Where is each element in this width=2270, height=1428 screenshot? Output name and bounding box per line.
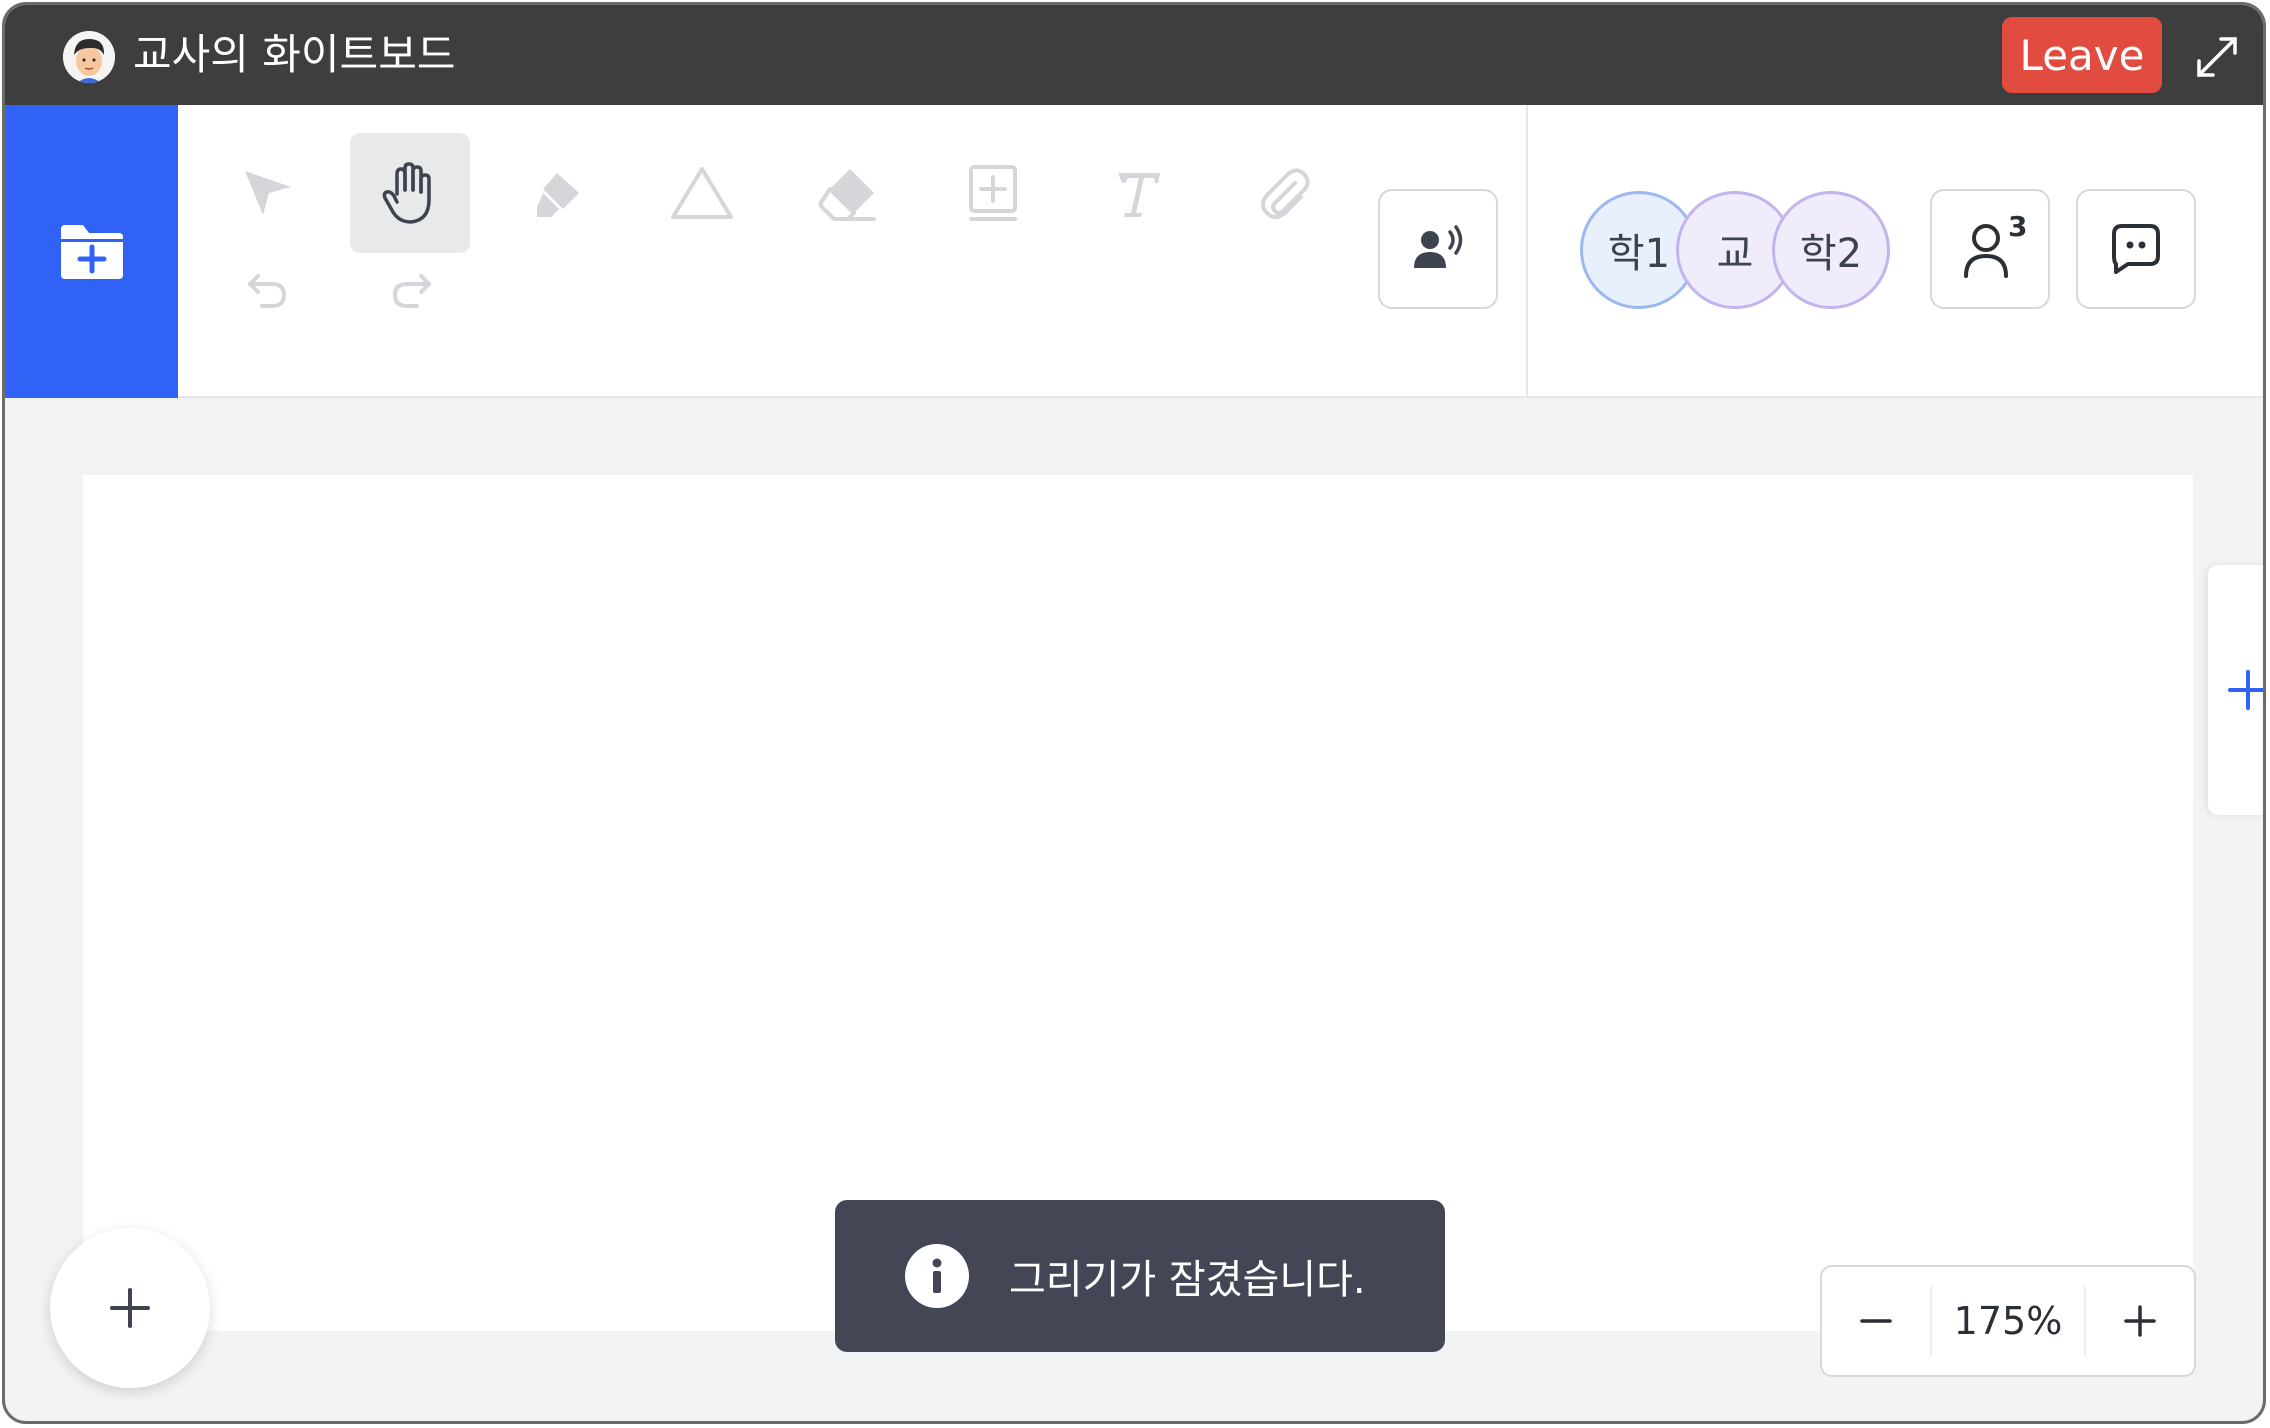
participant-avatar[interactable]: 학2 bbox=[1772, 191, 1890, 309]
title-bar: 교사의 화이트보드 Leave bbox=[5, 5, 2263, 105]
add-page-icon bbox=[969, 165, 1017, 221]
hand-icon bbox=[382, 162, 431, 224]
toast-notification: 그리기가 잠겼습니다. bbox=[835, 1200, 1445, 1352]
window-title: 교사의 화이트보드 bbox=[133, 30, 456, 79]
redo-icon bbox=[393, 274, 431, 308]
minus-icon bbox=[1860, 1319, 1892, 1323]
plus-icon bbox=[2228, 670, 2263, 710]
add-button[interactable] bbox=[50, 1228, 210, 1388]
pan-tool[interactable] bbox=[350, 133, 470, 253]
avatar bbox=[63, 31, 115, 83]
add-side-panel-button[interactable] bbox=[2208, 565, 2263, 815]
undo-button[interactable] bbox=[232, 255, 302, 325]
zoom-out-button[interactable] bbox=[1822, 1267, 1930, 1375]
undo-icon bbox=[248, 274, 286, 308]
attach-tool[interactable] bbox=[1223, 133, 1343, 253]
text-icon bbox=[1118, 173, 1160, 217]
voice-button[interactable] bbox=[1378, 189, 1498, 309]
text-tool[interactable] bbox=[1078, 133, 1198, 253]
chat-icon bbox=[2112, 224, 2160, 274]
speaking-person-icon bbox=[1414, 225, 1463, 268]
whiteboard-window: 교사의 화이트보드 Leave 학1 교 학2 3 그리기가 잠겼습니다. 17… bbox=[2, 2, 2266, 1424]
select-tool[interactable] bbox=[207, 133, 327, 253]
redo-button[interactable] bbox=[377, 255, 447, 325]
toast-message: 그리기가 잠겼습니다. bbox=[1009, 1257, 1366, 1303]
participants-button[interactable] bbox=[1930, 189, 2050, 309]
plus-icon bbox=[2124, 1305, 2156, 1337]
cursor-arrow-icon bbox=[245, 171, 291, 215]
add-folder-icon bbox=[60, 224, 123, 279]
paperclip-icon bbox=[1261, 168, 1310, 219]
eraser-tool[interactable] bbox=[787, 133, 907, 253]
add-folder-button[interactable] bbox=[5, 105, 178, 398]
shape-tool[interactable] bbox=[642, 133, 762, 253]
toolbar-divider bbox=[1526, 105, 1528, 398]
info-icon bbox=[905, 1244, 969, 1308]
participant-count-badge: 3 bbox=[2008, 210, 2028, 243]
expand-icon[interactable] bbox=[2193, 33, 2241, 81]
leave-button[interactable]: Leave bbox=[2002, 17, 2162, 93]
toolbar: 학1 교 학2 3 bbox=[5, 105, 2263, 398]
chat-button[interactable] bbox=[2076, 189, 2196, 309]
highlighter-tool[interactable] bbox=[497, 133, 617, 253]
eraser-icon bbox=[818, 169, 876, 221]
add-page-tool[interactable] bbox=[933, 133, 1053, 253]
zoom-control: 175% bbox=[1820, 1265, 2196, 1377]
zoom-level: 175% bbox=[1930, 1286, 2086, 1356]
highlighter-icon bbox=[537, 173, 579, 217]
triangle-icon bbox=[671, 167, 733, 219]
zoom-in-button[interactable] bbox=[2086, 1267, 2194, 1375]
plus-icon bbox=[110, 1288, 150, 1328]
